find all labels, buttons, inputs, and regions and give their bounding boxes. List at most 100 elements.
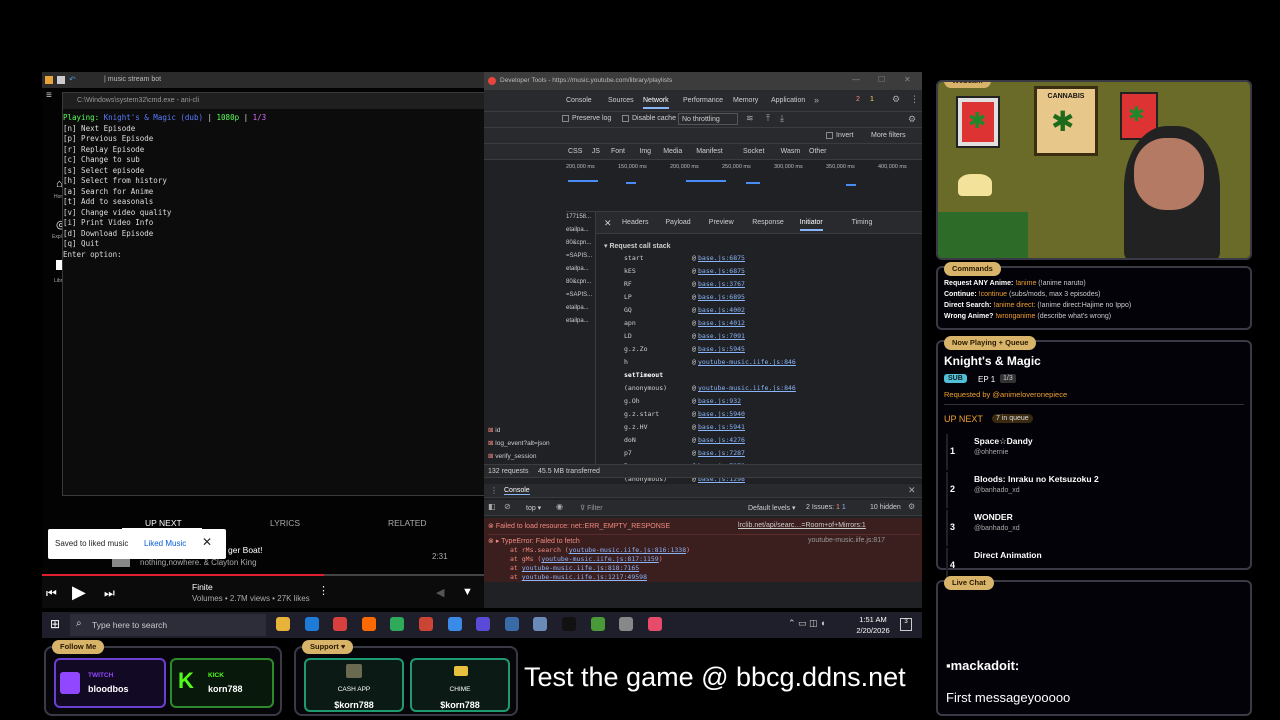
more-filters-button[interactable]: More filters <box>871 132 906 139</box>
stack-source-link[interactable]: base.js:6895 <box>698 293 745 301</box>
request-row[interactable]: 80&cpn... <box>566 277 595 290</box>
drawer-menu-icon[interactable]: ⋮ <box>490 486 498 495</box>
toast-action-link[interactable]: Liked Music <box>144 539 186 548</box>
toast-close-icon[interactable]: ✕ <box>202 535 212 549</box>
stack-source-link[interactable]: base.js:4002 <box>698 306 745 314</box>
stack-source-link[interactable]: base.js:6875 <box>698 267 745 275</box>
trace-link[interactable]: youtube-music.iife.js:816:1338 <box>569 546 686 554</box>
chrome-icon[interactable] <box>447 617 462 631</box>
settings-icon[interactable] <box>619 617 634 631</box>
filter-socket[interactable]: Socket <box>743 148 764 155</box>
filter-css[interactable]: CSS <box>568 148 582 155</box>
trace-link[interactable]: youtube-music.iife.js:818:7165 <box>522 564 639 572</box>
error-2-source[interactable]: youtube-music.iife.js:817 <box>808 537 885 544</box>
drawer-tab-console[interactable]: Console <box>504 487 530 495</box>
menu-icon[interactable]: ≡ <box>46 90 52 101</box>
stack-source-link[interactable]: base.js:5940 <box>698 410 745 418</box>
filter-media[interactable]: Media <box>663 148 682 155</box>
context-select[interactable]: top ▾ <box>526 504 541 512</box>
voicemeeter-icon[interactable] <box>333 617 348 631</box>
error-count[interactable]: 2 <box>856 96 860 103</box>
request-row[interactable]: 80&cpn... <box>566 238 595 251</box>
preserve-log-checkbox[interactable] <box>562 115 569 122</box>
discord-icon[interactable] <box>476 617 491 631</box>
wifi-icon[interactable]: ≋ <box>746 113 754 124</box>
request-row[interactable]: etailpa... <box>566 316 595 329</box>
request-row[interactable]: etailpa... <box>566 303 595 316</box>
play-icon[interactable]: ▶ <box>72 582 86 603</box>
stack-source-link[interactable]: base.js:5945 <box>698 345 745 353</box>
stack-source-link[interactable]: base.js:7091 <box>698 332 745 340</box>
trace-link[interactable]: youtube-music.iife.js:817:1159 <box>541 555 658 563</box>
thumbs-down-icon[interactable]: ◀ <box>436 586 444 599</box>
queue-list-item[interactable]: 3 WONDER @banhado_xd <box>946 510 1246 546</box>
tab-application[interactable]: Application <box>771 97 805 104</box>
error-1-source[interactable]: lrclib.net/api/searc…=Room+of+Mirrors:1 <box>738 522 866 529</box>
console-filter-input[interactable]: ⊽ Filter <box>580 504 603 512</box>
clock-time[interactable]: 1:51 AM <box>838 615 908 624</box>
filter-manifest[interactable]: Manifest <box>696 148 722 155</box>
vscode-icon[interactable] <box>504 617 519 631</box>
request-row[interactable]: ⊠ log_event?alt=json <box>484 437 566 450</box>
console-settings-icon[interactable]: ⚙ <box>908 502 915 511</box>
filter-img[interactable]: Img <box>639 148 651 155</box>
settings-icon[interactable]: ⚙ <box>892 94 900 105</box>
queue-list-item[interactable]: 2 Bloods: Inraku no Ketsuzoku 2 @banhado_x… <box>946 472 1246 508</box>
chime-box[interactable]: CHIME $korn788 <box>410 658 510 712</box>
save-icon[interactable] <box>57 76 65 84</box>
tab-related[interactable]: RELATED <box>388 518 427 528</box>
default-levels-select[interactable]: Default levels ▾ <box>748 504 796 512</box>
taskbar-search[interactable]: ⌕ Type here to search <box>70 614 266 636</box>
stack-source-link[interactable]: youtube-music.iife.js:846 <box>698 384 796 392</box>
expand-icon[interactable]: ▼ <box>462 586 473 598</box>
stack-source-link[interactable]: base.js:6875 <box>698 254 745 262</box>
cmd-window[interactable]: C:\Windows\system32\cmd.exe - ani-cli — … <box>62 92 486 496</box>
network-timeline[interactable]: 200,000 ms 150,000 ms 200,000 ms 250,000 ms… <box>566 160 922 212</box>
kebab-icon[interactable]: ⋮ <box>910 94 919 105</box>
sidebar-item-explore[interactable]: Expl <box>52 234 62 240</box>
kick-box[interactable]: K KICK korn788 <box>170 658 274 708</box>
firefox-icon[interactable] <box>361 617 376 631</box>
stack-source-link[interactable]: base.js:4012 <box>698 319 745 327</box>
close-detail-icon[interactable]: ✕ <box>604 218 612 229</box>
clear-console-icon[interactable]: ⊘ <box>504 502 511 511</box>
app-icon[interactable] <box>390 617 405 631</box>
request-row[interactable]: =SAPIS... <box>566 290 595 303</box>
stack-source-link[interactable]: base.js:7287 <box>698 449 745 457</box>
filter-font[interactable]: Font <box>611 148 625 155</box>
request-row[interactable]: etailpa... <box>566 264 595 277</box>
tab-sources[interactable]: Sources <box>608 97 634 104</box>
console-error-1[interactable]: ⊗ Failed to load resource: net::ERR_EMPT… <box>488 522 920 530</box>
clock-date[interactable]: 2/20/2026 <box>838 626 908 635</box>
request-row[interactable]: etailpa... <box>566 225 595 238</box>
stack-source-link[interactable]: base.js:932 <box>698 397 741 405</box>
windows-start-icon[interactable]: ⊞ <box>50 617 60 631</box>
tab-lyrics[interactable]: LYRICS <box>270 518 300 528</box>
close-drawer-icon[interactable]: ✕ <box>908 485 916 496</box>
next-icon[interactable]: ⏭ <box>104 586 115 601</box>
stack-source-link[interactable]: base.js:5941 <box>698 423 745 431</box>
upload-icon[interactable]: ⤒ <box>766 113 770 124</box>
expand-arrow-icon[interactable]: ▸ <box>496 538 500 545</box>
file-explorer-icon[interactable] <box>276 617 290 631</box>
maximize-icon[interactable]: ☐ <box>878 75 885 84</box>
warning-count[interactable]: 1 <box>870 96 874 103</box>
console-error-2[interactable]: ⊗ ▸ TypeError: Failed to fetch youtube-m… <box>488 534 920 545</box>
notification-icon[interactable]: 3 <box>900 618 912 631</box>
invert-checkbox[interactable] <box>826 132 833 139</box>
detail-tab-response[interactable]: Response <box>752 219 784 226</box>
download-icon[interactable]: ⤓ <box>780 113 784 124</box>
sidebar-toggle-icon[interactable]: ◧ <box>488 502 496 511</box>
filter-js[interactable]: JS <box>592 148 600 155</box>
notepad-icon[interactable] <box>590 617 605 631</box>
trace-link[interactable]: youtube-music.iife.js:1217:49598 <box>522 573 647 581</box>
detail-tab-timing[interactable]: Timing <box>852 219 873 226</box>
tray-icons[interactable]: ⌃ ▭ ◫ ◖ <box>788 618 826 629</box>
youtube-music-icon[interactable] <box>647 617 662 631</box>
network-settings-icon[interactable]: ⚙ <box>908 114 916 125</box>
stack-source-link[interactable]: base.js:4276 <box>698 436 745 444</box>
cashapp-box[interactable]: CASH APP $korn788 <box>304 658 404 712</box>
minimize-icon[interactable]: — <box>852 75 860 84</box>
issues-button[interactable]: 2 Issues: 1 1 <box>806 504 846 511</box>
throttling-select[interactable]: No throttling <box>678 113 738 125</box>
